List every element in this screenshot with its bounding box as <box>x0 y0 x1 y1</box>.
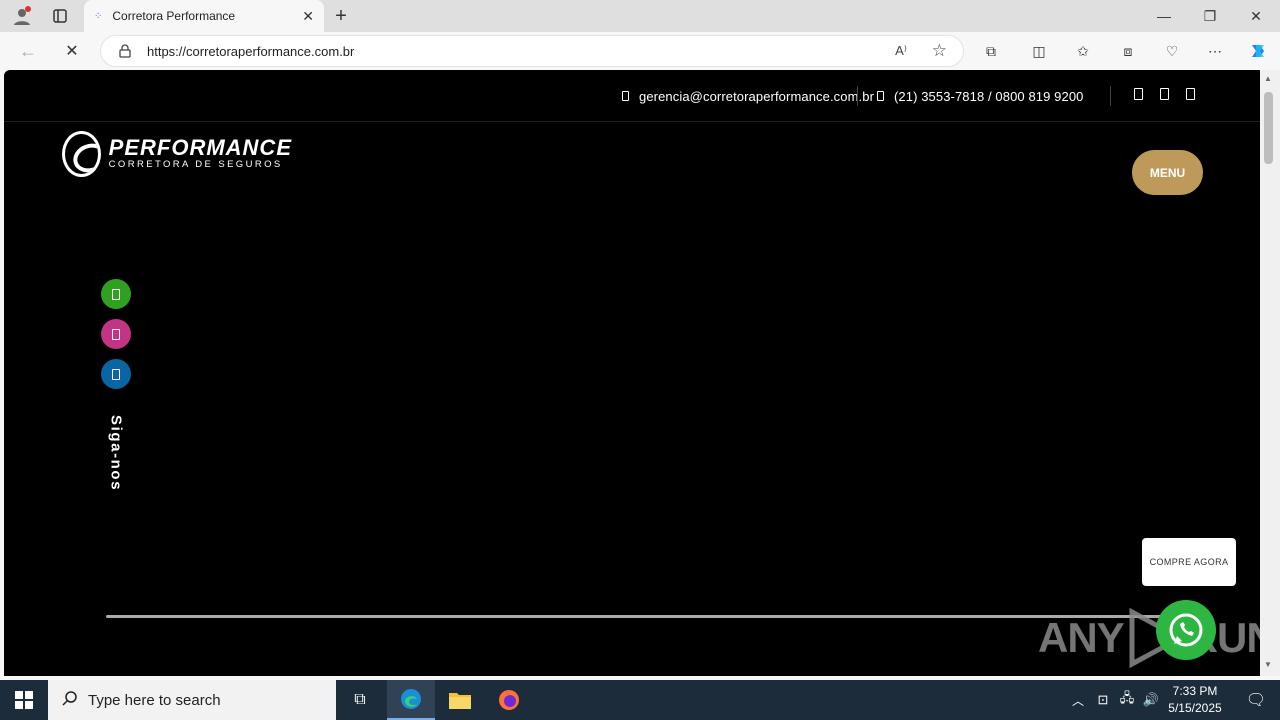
phone-text: (21) 3553-7818 / 0800 819 9200 <box>894 88 1084 104</box>
extensions-icon[interactable]: ⧉ <box>980 40 1002 62</box>
email-text: gerencia@corretoraperformance.com.br <box>639 88 875 104</box>
profile-icon[interactable] <box>8 4 36 28</box>
web-page: gerencia@corretoraperformance.com.br (21… <box>4 70 1260 676</box>
instagram-social-icon[interactable] <box>101 319 131 349</box>
logo-mark-icon <box>62 131 101 177</box>
scrollbar-thumb[interactable] <box>1264 92 1273 164</box>
new-tab-icon[interactable]: + <box>330 4 352 28</box>
copilot-icon[interactable] <box>1246 40 1270 62</box>
edge-icon[interactable] <box>387 680 435 720</box>
phone-icon <box>877 91 884 101</box>
more-icon[interactable]: ⋯ <box>1204 40 1226 62</box>
whatsapp-float-icon[interactable] <box>1156 600 1216 660</box>
linkedin-social-icon[interactable] <box>101 359 131 389</box>
lock-icon <box>119 44 131 61</box>
search-icon <box>62 690 78 710</box>
header-divider <box>4 121 1260 122</box>
url-text: https://corretoraperformance.com.br <box>147 43 355 59</box>
clock[interactable]: 7:33 PM 5/15/2025 <box>1162 683 1228 717</box>
collections-icon[interactable]: ⧈ <box>1117 40 1139 62</box>
tab-strip: ⁘ Corretora Performance ✕ + — ❐ ✕ <box>0 0 1280 32</box>
divider <box>857 86 858 106</box>
windows-start-icon[interactable] <box>0 680 48 720</box>
favorite-star-icon[interactable]: ☆ <box>932 41 947 61</box>
loading-icon: ⁘ <box>94 10 103 22</box>
clock-date: 5/15/2025 <box>1168 701 1222 715</box>
menu-button[interactable]: MENU <box>1132 150 1203 195</box>
buy-now-button[interactable]: COMPRE AGORA <box>1142 538 1236 586</box>
tab-title: Corretora Performance <box>112 9 236 23</box>
stop-icon[interactable]: ✕ <box>58 38 86 64</box>
instagram-icon[interactable] <box>1160 88 1169 100</box>
favorites-icon[interactable]: ✩ <box>1072 40 1094 62</box>
anyrun-watermark: ANY RUN <box>1038 608 1260 668</box>
follow-us-label: Siga-nos <box>107 414 125 492</box>
address-bar: ← ✕ https://corretoraperformance.com.br … <box>0 32 1280 70</box>
tray-chevron-icon[interactable]: ︿ <box>1066 680 1090 720</box>
notifications-icon[interactable]: 🗨 <box>1232 680 1280 720</box>
phone-link[interactable]: (21) 3553-7818 / 0800 819 9200 <box>877 86 1084 106</box>
clock-time: 7:33 PM <box>1172 684 1218 698</box>
site-logo[interactable]: PERFORMANCE CORRETORA DE SEGUROS <box>62 130 292 178</box>
close-window-icon[interactable]: ✕ <box>1236 4 1276 28</box>
search-placeholder: Type here to search <box>88 691 221 709</box>
slider-progress-bar <box>106 615 1166 618</box>
facebook-icon[interactable] <box>1134 88 1143 100</box>
envelope-icon <box>622 91 629 101</box>
task-view-icon[interactable]: ⧉ <box>336 680 384 720</box>
logo-title: PERFORMANCE <box>108 135 292 160</box>
divider <box>1110 86 1111 106</box>
performance-icon[interactable]: ♡ <box>1161 40 1183 62</box>
url-field[interactable]: https://corretoraperformance.com.br A⁾ ☆ <box>100 35 964 67</box>
email-link[interactable]: gerencia@corretoraperformance.com.br <box>622 86 874 106</box>
read-aloud-icon[interactable]: A⁾ <box>895 43 907 59</box>
restore-icon[interactable]: ❐ <box>1190 4 1230 28</box>
volume-icon[interactable]: 🔊 <box>1140 680 1162 720</box>
taskbar: Type here to search ⧉ ︿ ⊡ 🖧 🔊 7:33 PM 5/… <box>0 680 1280 720</box>
tab-actions-icon[interactable] <box>48 6 72 26</box>
back-icon[interactable]: ← <box>14 38 42 64</box>
linkedin-icon[interactable] <box>1186 88 1195 100</box>
firefox-icon[interactable] <box>485 680 533 720</box>
file-explorer-icon[interactable] <box>436 680 484 720</box>
network-icon[interactable]: 🖧 <box>1116 680 1138 720</box>
logo-subtitle: CORRETORA DE SEGUROS <box>108 159 283 170</box>
close-tab-icon[interactable]: ✕ <box>302 8 314 25</box>
tab-corretora[interactable]: ⁘ Corretora Performance ✕ <box>84 0 324 32</box>
page-scrollbar[interactable]: ▲ ▼ <box>1260 70 1280 676</box>
minimize-icon[interactable]: — <box>1144 4 1184 28</box>
split-screen-icon[interactable]: ◫ <box>1028 40 1050 62</box>
taskbar-search-input[interactable]: Type here to search <box>48 680 336 720</box>
whatsapp-social-icon[interactable] <box>101 279 131 309</box>
tray-app-icon[interactable]: ⊡ <box>1092 680 1114 720</box>
